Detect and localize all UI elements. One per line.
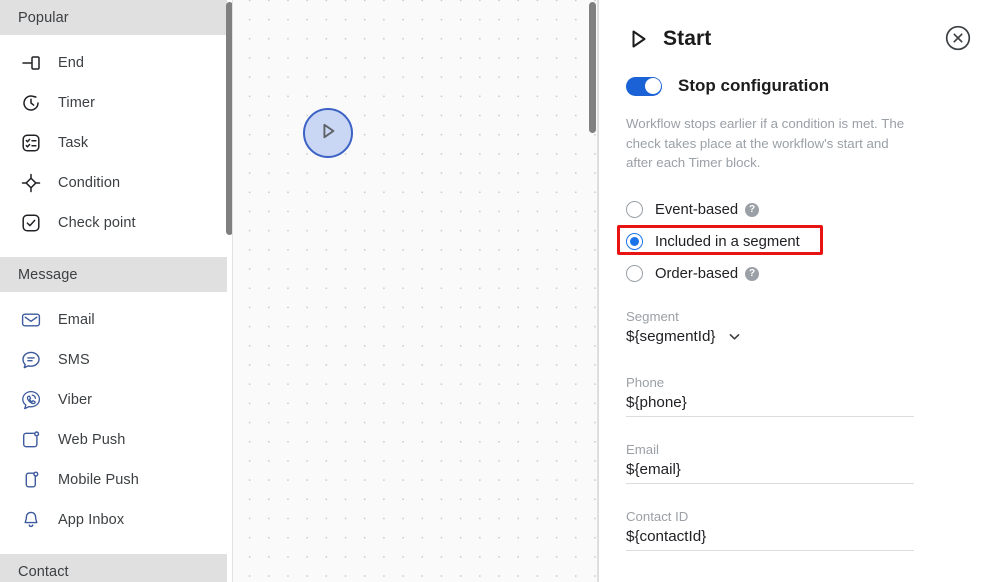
toggle-knob (644, 78, 661, 94)
sidebar-item-label: Viber (58, 392, 93, 408)
phone-input[interactable]: ${phone} (626, 394, 914, 416)
sidebar-spacer (0, 35, 227, 43)
stop-configuration-toggle[interactable] (626, 76, 662, 96)
play-icon (317, 120, 339, 147)
sidebar-section-title: Contact (18, 563, 69, 580)
task-icon (18, 130, 44, 156)
radio-label: Event-based (655, 201, 739, 218)
sidebar-item-label: App Inbox (58, 512, 125, 528)
field-phone: Phone ${phone} (626, 375, 914, 417)
sidebar-item-end[interactable]: End (0, 43, 227, 83)
radio-button[interactable] (626, 265, 643, 282)
stop-configuration-help-text: Workflow stops earlier if a condition is… (626, 116, 905, 170)
radio-label: Order-based (655, 265, 739, 282)
panel-header: Start (599, 0, 987, 56)
stop-configuration-label: Stop configuration (678, 76, 830, 95)
radio-button[interactable] (626, 201, 643, 218)
contact-id-input[interactable]: ${contactId} (626, 528, 914, 550)
sidebar-item-label: Mobile Push (58, 472, 139, 488)
sidebar-item-check-point[interactable]: Check point (0, 203, 227, 243)
sidebar-item-label: Timer (58, 95, 96, 111)
radio-option-order-based[interactable]: Order-based ? (626, 258, 987, 290)
radio-label: Included in a segment (655, 233, 800, 250)
check-point-icon (18, 210, 44, 236)
sidebar-scrollbar-thumb[interactable] (226, 2, 232, 235)
help-icon[interactable]: ? (745, 266, 760, 281)
web-push-icon (18, 427, 44, 453)
field-label: Email (626, 441, 659, 457)
start-node[interactable] (303, 108, 353, 158)
sidebar-item-sms[interactable]: SMS (0, 340, 227, 380)
sidebar-item-label: Web Push (58, 432, 126, 448)
field-value: ${contactId} (626, 527, 707, 545)
sidebar-item-condition[interactable]: Condition (0, 163, 227, 203)
viber-icon (18, 387, 44, 413)
radio-button[interactable] (626, 233, 643, 250)
sidebar-item-label: Task (58, 135, 89, 151)
segment-dropdown[interactable]: ${segmentId} (626, 328, 914, 350)
canvas-scrollbar-thumb[interactable] (589, 2, 596, 133)
sidebar-scrollbar[interactable] (226, 0, 232, 582)
email-icon (18, 307, 44, 333)
email-input[interactable]: ${email} (626, 461, 914, 483)
help-icon[interactable]: ? (745, 202, 760, 217)
stop-condition-radio-group: Event-based ? Included in a segment Orde… (617, 194, 987, 290)
radio-option-event-based[interactable]: Event-based ? (626, 194, 987, 226)
close-icon[interactable] (945, 25, 971, 51)
field-underline (626, 482, 914, 484)
sidebar-item-label: End (58, 55, 85, 71)
sidebar-item-task[interactable]: Task (0, 123, 227, 163)
sidebar-item-timer[interactable]: Timer (0, 83, 227, 123)
stop-configuration-row: Stop configuration (626, 76, 987, 96)
block-settings-panel: Start Stop configuration Workflow stops … (598, 0, 987, 582)
field-label: Contact ID (626, 508, 689, 524)
sidebar-item-app-inbox[interactable]: App Inbox (0, 500, 227, 540)
sidebar-item-label: Email (58, 312, 95, 328)
radio-option-included-in-a-segment[interactable]: Included in a segment (617, 224, 987, 258)
field-underline (626, 415, 914, 417)
page-title: Start (663, 27, 712, 50)
chevron-down-icon (727, 329, 742, 344)
sidebar-section-title: Message (18, 266, 78, 283)
sidebar-item-viber[interactable]: Viber (0, 380, 227, 420)
sidebar-item-email[interactable]: Email (0, 300, 227, 340)
field-value: ${segmentId} (626, 327, 716, 345)
workflow-canvas[interactable] (233, 0, 598, 582)
end-icon (18, 50, 44, 76)
field-underline (626, 549, 914, 551)
sidebar-section-title: Popular (18, 9, 69, 26)
field-segment: Segment ${segmentId} (626, 309, 914, 350)
app-inbox-icon (18, 507, 44, 533)
sidebar-item-label: Check point (58, 215, 136, 231)
block-palette-sidebar: Popular End Timer Task Condition Check p… (0, 0, 233, 582)
sidebar-spacer (0, 243, 227, 257)
sidebar-section-header-popular: Popular (0, 0, 227, 35)
field-value: ${email} (626, 460, 681, 478)
sidebar-item-label: SMS (58, 352, 90, 368)
sidebar-item-web-push[interactable]: Web Push (0, 420, 227, 460)
sidebar-section-header-contact: Contact (0, 554, 227, 582)
sidebar-item-mobile-push[interactable]: Mobile Push (0, 460, 227, 500)
field-email: Email ${email} (626, 442, 914, 484)
field-label: Segment (626, 308, 679, 324)
canvas-scrollbar[interactable] (589, 0, 596, 582)
workflow-editor: Popular End Timer Task Condition Check p… (0, 0, 987, 582)
field-contact-id: Contact ID ${contactId} (626, 509, 914, 551)
mobile-push-icon (18, 467, 44, 493)
sidebar-item-label: Condition (58, 175, 121, 191)
field-value: ${phone} (626, 393, 687, 411)
sms-icon (18, 347, 44, 373)
field-label: Phone (626, 374, 665, 390)
sidebar-section-header-message: Message (0, 257, 227, 292)
timer-icon (18, 90, 44, 116)
condition-icon (18, 170, 44, 196)
play-icon (626, 27, 650, 51)
sidebar-spacer (0, 540, 227, 554)
sidebar-spacer (0, 292, 227, 300)
